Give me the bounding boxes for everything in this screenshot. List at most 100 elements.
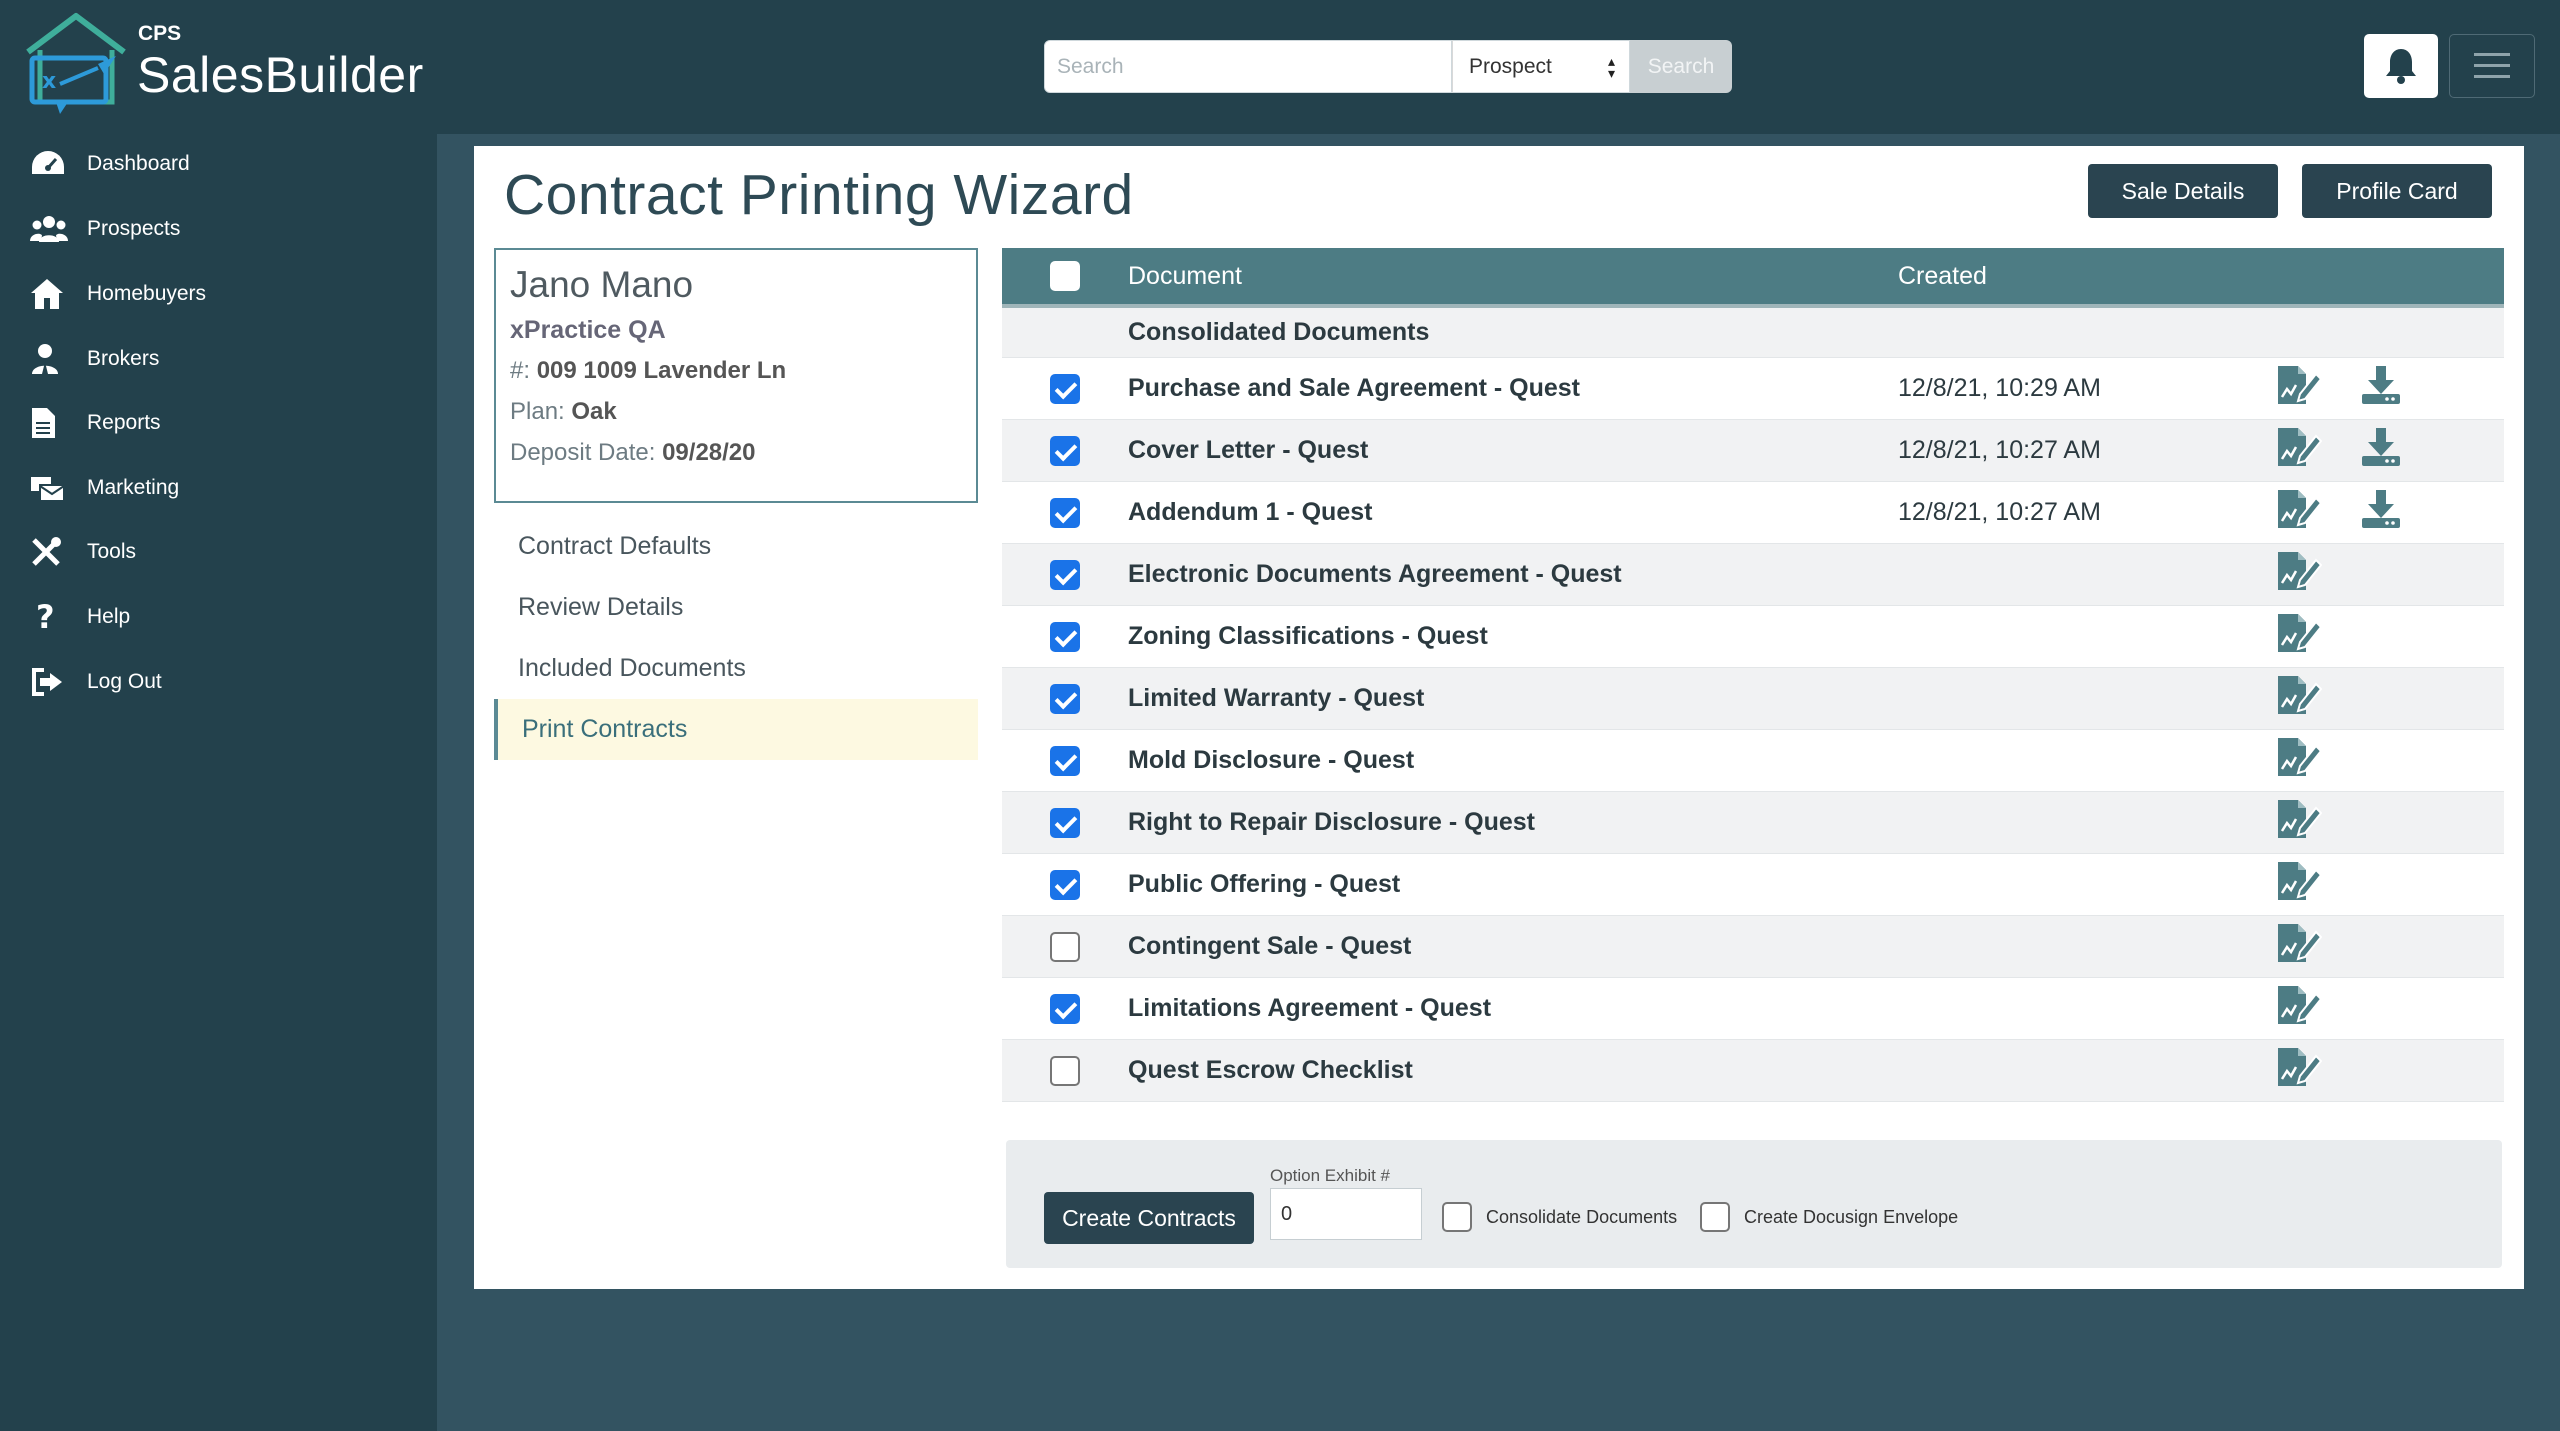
- file-signature-icon: [2276, 1046, 2323, 1095]
- sale-details-button[interactable]: Sale Details: [2088, 164, 2278, 218]
- document-checkbox[interactable]: [1050, 497, 1080, 528]
- sidebar-item-label: Reports: [87, 411, 161, 434]
- sidebar-item-tools[interactable]: Tools: [30, 532, 136, 572]
- sidebar-item-label: Marketing: [87, 476, 180, 499]
- create-docusign-checkbox[interactable]: [1700, 1202, 1730, 1232]
- step-included-documents[interactable]: Included Documents: [494, 638, 978, 699]
- edit-signature-button[interactable]: [2258, 1046, 2340, 1095]
- user-tie-icon: [30, 341, 68, 377]
- sidebar-item-prospects[interactable]: Prospects: [30, 209, 180, 249]
- table-row: Right to Repair Disclosure - Quest: [1002, 792, 2504, 854]
- group-label: Consolidated Documents: [1128, 318, 1430, 346]
- document-checkbox[interactable]: [1050, 869, 1080, 900]
- document-checkbox[interactable]: [1050, 807, 1080, 838]
- edit-signature-button[interactable]: [2258, 798, 2340, 847]
- file-signature-icon: [2276, 736, 2323, 785]
- document-checkbox[interactable]: [1050, 1055, 1080, 1086]
- document-created: 12/8/21, 10:27 AM: [1898, 498, 2101, 526]
- consolidate-documents-checkbox[interactable]: [1442, 1202, 1472, 1232]
- svg-text:x: x: [42, 69, 56, 94]
- plan-value: Oak: [571, 398, 617, 425]
- edit-signature-button[interactable]: [2258, 612, 2340, 661]
- logo-small-text: CPS: [138, 22, 182, 45]
- download-button[interactable]: [2340, 426, 2422, 475]
- sidebar-item-homebuyers[interactable]: Homebuyers: [30, 274, 206, 314]
- edit-signature-button[interactable]: [2258, 550, 2340, 599]
- select-all-checkbox[interactable]: [1050, 261, 1080, 291]
- edit-signature-button[interactable]: [2258, 488, 2340, 537]
- plan-prefix: Plan:: [510, 398, 572, 425]
- edit-signature-button[interactable]: [2258, 364, 2340, 413]
- column-header-document: Document: [1128, 261, 1242, 290]
- sidebar-item-brokers[interactable]: Brokers: [30, 339, 159, 379]
- download-icon: [2360, 426, 2402, 475]
- question-icon: ?: [36, 598, 55, 636]
- hamburger-menu-button[interactable]: [2449, 34, 2535, 98]
- house-icon: [30, 276, 68, 312]
- step-print-contracts[interactable]: Print Contracts: [494, 699, 978, 760]
- download-icon: [2360, 488, 2402, 537]
- download-button[interactable]: [2340, 364, 2422, 413]
- page-title: Contract Printing Wizard: [504, 163, 1134, 227]
- document-name: Quest Escrow Checklist: [1128, 1056, 1413, 1084]
- sign-out-icon: [30, 664, 68, 700]
- dashboard-icon: [30, 146, 68, 182]
- search-button[interactable]: Search: [1630, 40, 1732, 93]
- file-signature-icon: [2276, 488, 2323, 537]
- sidebar-item-reports[interactable]: Reports: [30, 403, 161, 443]
- edit-signature-button[interactable]: [2258, 984, 2340, 1033]
- step-review-details[interactable]: Review Details: [494, 577, 978, 638]
- sidebar-item-help[interactable]: ? Help: [30, 597, 130, 637]
- sidebar-item-dashboard[interactable]: Dashboard: [30, 144, 190, 184]
- sidebar-item-label: Help: [87, 605, 131, 628]
- search-scope-select[interactable]: Prospect ▴ ▾: [1452, 40, 1630, 93]
- group-row: Consolidated Documents: [1002, 308, 2504, 358]
- sidebar-item-label: Brokers: [87, 347, 160, 370]
- document-name: Electronic Documents Agreement - Quest: [1128, 560, 1622, 588]
- table-row: Addendum 1 - Quest 12/8/21, 10:27 AM: [1002, 482, 2504, 544]
- document-checkbox[interactable]: [1050, 683, 1080, 714]
- edit-signature-button[interactable]: [2258, 426, 2340, 475]
- edit-signature-button[interactable]: [2258, 922, 2340, 971]
- top-bar: x CPS SalesBuilder Prospect ▴▾ Search: [0, 0, 2560, 134]
- option-exhibit-input[interactable]: [1270, 1188, 1422, 1240]
- download-button[interactable]: [2340, 488, 2422, 537]
- sidebar-item-marketing[interactable]: Marketing: [30, 468, 179, 508]
- bell-icon: [2386, 49, 2416, 84]
- wizard-steps: Contract Defaults Review Details Include…: [494, 516, 978, 760]
- customer-company: xPractice QA: [510, 316, 666, 344]
- document-checkbox[interactable]: [1050, 559, 1080, 590]
- document-checkbox[interactable]: [1050, 745, 1080, 776]
- create-contracts-button[interactable]: Create Contracts: [1044, 1192, 1254, 1244]
- edit-signature-button[interactable]: [2258, 860, 2340, 909]
- document-checkbox[interactable]: [1050, 621, 1080, 652]
- sidebar-item-label: Dashboard: [87, 152, 190, 175]
- search-bar: Prospect ▴▾ Search: [1044, 40, 1732, 93]
- document-checkbox[interactable]: [1050, 993, 1080, 1024]
- document-name: Addendum 1 - Quest: [1128, 498, 1373, 526]
- tools-icon: [30, 534, 68, 570]
- customer-info-card: Jano Mano xPractice QA #: 009 1009 Laven…: [494, 248, 978, 503]
- sidebar-item-label: Homebuyers: [87, 282, 207, 305]
- profile-card-button[interactable]: Profile Card: [2302, 164, 2492, 218]
- app-logo[interactable]: x CPS SalesBuilder: [20, 10, 440, 122]
- option-exhibit-label: Option Exhibit #: [1270, 1166, 1391, 1185]
- consolidate-documents-option[interactable]: Consolidate Documents: [1442, 1202, 1677, 1232]
- sidebar-item-log-out[interactable]: Log Out: [30, 662, 162, 702]
- notifications-button[interactable]: [2364, 34, 2438, 98]
- search-input[interactable]: [1044, 40, 1452, 93]
- select-caret-icon: ▴ ▾: [1607, 53, 1615, 81]
- lot-line: #: 009 1009 Lavender Ln: [510, 357, 962, 398]
- document-checkbox[interactable]: [1050, 373, 1080, 404]
- edit-signature-button[interactable]: [2258, 736, 2340, 785]
- document-name: Purchase and Sale Agreement - Quest: [1128, 374, 1581, 402]
- table-row: Mold Disclosure - Quest: [1002, 730, 2504, 792]
- document-checkbox[interactable]: [1050, 435, 1080, 466]
- logo-brand-text: SalesBuilder: [137, 47, 424, 103]
- edit-signature-button[interactable]: [2258, 674, 2340, 723]
- step-contract-defaults[interactable]: Contract Defaults: [494, 516, 978, 577]
- document-checkbox[interactable]: [1050, 931, 1080, 962]
- create-docusign-option[interactable]: Create Docusign Envelope: [1700, 1202, 1958, 1232]
- action-bar: Create Contracts Option Exhibit # Consol…: [1006, 1140, 2502, 1268]
- table-body: Purchase and Sale Agreement - Quest 12/8/…: [1002, 358, 2504, 1102]
